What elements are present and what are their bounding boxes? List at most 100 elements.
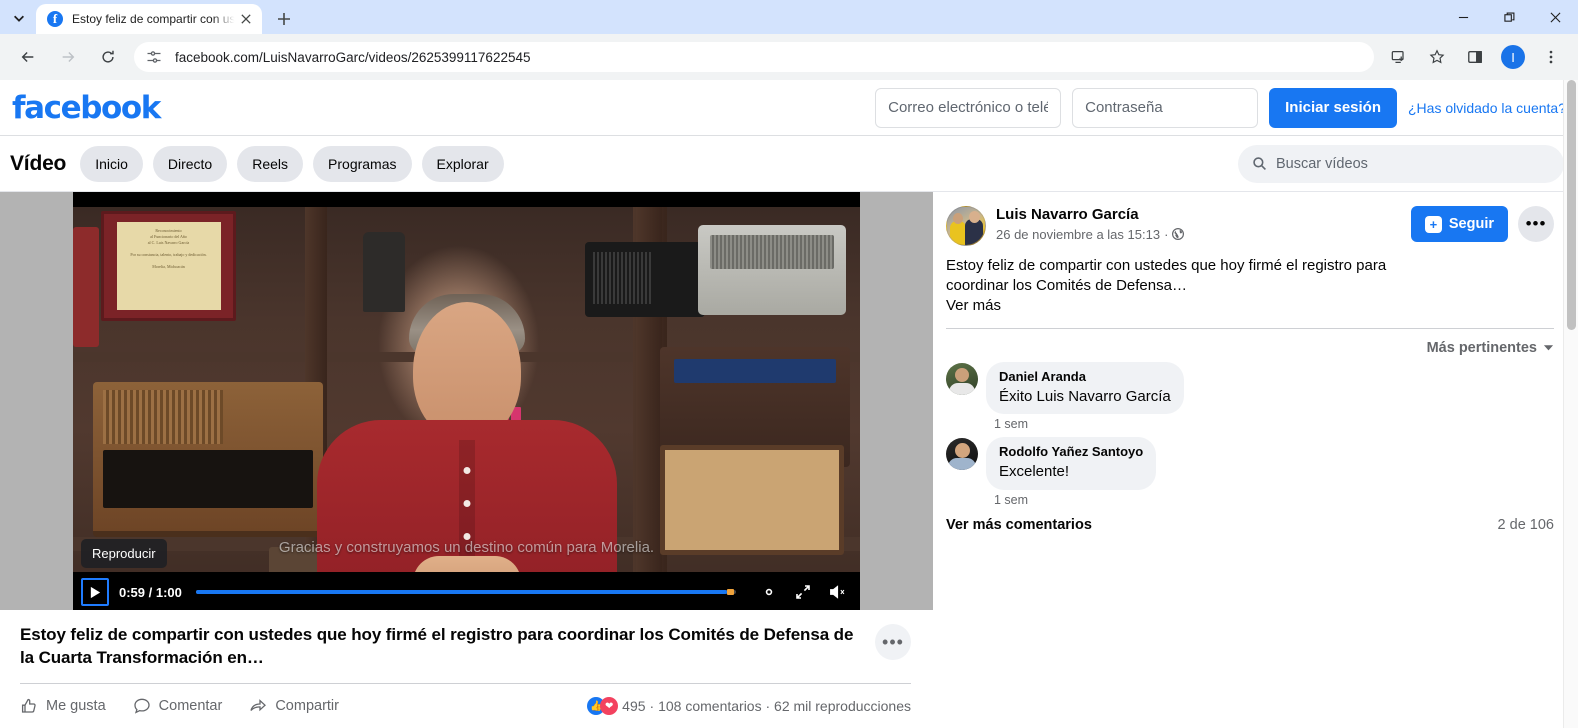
back-arrow-icon[interactable] xyxy=(13,42,43,72)
poster-name[interactable]: Luis Navarro García xyxy=(996,206,1411,225)
player-controls: 0:59 / 1:00 xyxy=(73,572,860,611)
follow-plus-icon: + xyxy=(1424,215,1442,233)
tab-programas[interactable]: Programas xyxy=(313,145,412,182)
comment-count: 2 de 106 xyxy=(1497,517,1554,534)
video-nav-bar: Vídeo Inicio Directo Reels Programas Exp… xyxy=(0,136,1578,192)
timestamp-text: 26 de noviembre a las 15:13 xyxy=(996,226,1161,242)
like-button[interactable]: Me gusta xyxy=(20,697,106,715)
post-actions: Me gusta Comentar Compartir 👍 ❤ 495 · 10… xyxy=(20,684,911,728)
login-button[interactable]: Iniciar sesión xyxy=(1269,87,1397,128)
tab-directo[interactable]: Directo xyxy=(152,145,228,182)
video-player[interactable]: Reconocimiento al Funcionario del Año al C… xyxy=(0,192,933,611)
restore-icon[interactable] xyxy=(1486,0,1532,34)
progress-handle[interactable] xyxy=(726,589,734,595)
search-input[interactable]: Buscar vídeos xyxy=(1238,144,1564,183)
stats-text: · 108 comentarios · 62 mil reproduccione… xyxy=(649,698,911,714)
comment-bubble: Rodolfo Yañez Santoyo Excelente! xyxy=(986,437,1157,491)
content-area: Reconocimiento al Funcionario del Año al C… xyxy=(0,192,1578,728)
comment-label: Comentar xyxy=(158,698,223,714)
fullscreen-icon[interactable] xyxy=(788,577,818,607)
side-panel-icon[interactable] xyxy=(1460,42,1490,72)
star-icon[interactable] xyxy=(1422,42,1452,72)
url-text: facebook.com/LuisNavarroGarc/videos/2625… xyxy=(175,49,531,65)
ellipsis-icon[interactable]: ••• xyxy=(1518,206,1554,242)
video-caption: Gracias y construyamos un destino común … xyxy=(278,539,655,556)
play-tooltip: Reproducir xyxy=(81,539,167,568)
page-title: Vídeo xyxy=(10,151,67,175)
comment-button[interactable]: Comentar xyxy=(133,697,223,715)
window-controls xyxy=(1440,0,1578,34)
reload-icon[interactable] xyxy=(93,42,123,72)
video-subject xyxy=(312,292,622,611)
video-column: Reconocimiento al Funcionario del Año al C… xyxy=(0,192,933,728)
share-label: Compartir xyxy=(275,698,339,714)
volume-muted-icon[interactable] xyxy=(822,577,852,607)
tab-search-icon[interactable] xyxy=(6,5,32,31)
scrollbar-thumb[interactable] xyxy=(1567,80,1576,330)
facebook-logo[interactable]: facebook xyxy=(12,90,161,126)
page-scrollbar[interactable] xyxy=(1563,80,1578,728)
tab-inicio[interactable]: Inicio xyxy=(80,145,143,182)
see-more-comments-link[interactable]: Ver más comentarios xyxy=(946,517,1092,533)
play-icon xyxy=(90,586,100,598)
address-bar[interactable]: facebook.com/LuisNavarroGarc/videos/2625… xyxy=(134,42,1374,72)
comment-author[interactable]: Rodolfo Yañez Santoyo xyxy=(999,444,1143,461)
gear-icon[interactable] xyxy=(754,577,784,607)
progress-scrubber[interactable] xyxy=(195,589,736,595)
three-dot-menu-icon[interactable] xyxy=(1536,42,1566,72)
share-button[interactable]: Compartir xyxy=(249,697,339,715)
ellipsis-icon[interactable]: ••• xyxy=(875,624,911,661)
search-icon xyxy=(1253,157,1266,170)
like-label: Me gusta xyxy=(46,698,106,714)
browser-tab[interactable]: f Estoy feliz de compartir con ust xyxy=(36,4,262,34)
post-description: Estoy feliz de compartir con ustedes que… xyxy=(946,257,1387,295)
follow-label: Seguir xyxy=(1448,216,1494,232)
see-more-link[interactable]: Ver más xyxy=(946,297,1554,314)
follow-button[interactable]: + Seguir xyxy=(1410,206,1508,242)
password-field[interactable] xyxy=(1072,87,1259,128)
forward-arrow-icon[interactable] xyxy=(53,42,83,72)
minimize-icon[interactable] xyxy=(1440,0,1486,34)
progress-filled xyxy=(195,590,727,594)
login-form: Iniciar sesión ¿Has olvidado la cuenta? xyxy=(875,87,1566,128)
comment-bubble-icon xyxy=(134,698,150,714)
facebook-favicon: f xyxy=(47,11,63,27)
time-display: 0:59 / 1:00 xyxy=(119,584,182,600)
new-tab-button[interactable] xyxy=(270,5,298,33)
comment-item: Daniel Aranda Éxito Luis Navarro García xyxy=(946,361,1554,415)
search-placeholder: Buscar vídeos xyxy=(1276,155,1368,172)
reaction-count: 495 xyxy=(622,698,646,714)
globe-icon xyxy=(1172,228,1185,241)
avatar[interactable] xyxy=(946,438,978,471)
browser-window: f Estoy feliz de compartir con ust faceb… xyxy=(0,0,1578,728)
separator-dot: · xyxy=(1164,226,1169,242)
close-icon[interactable] xyxy=(236,9,256,29)
page-settings-icon[interactable] xyxy=(146,49,162,65)
facebook-header: facebook Iniciar sesión ¿Has olvidado la… xyxy=(0,80,1578,136)
comment-timestamp: 1 sem xyxy=(994,493,1029,508)
comment-item: Rodolfo Yañez Santoyo Excelente! xyxy=(946,437,1554,491)
tab-explorar[interactable]: Explorar xyxy=(421,145,504,182)
poster-timestamp: 26 de noviembre a las 15:13 · xyxy=(996,227,1411,242)
vintage-radio-left xyxy=(93,382,323,537)
comment-author[interactable]: Daniel Aranda xyxy=(999,369,1171,386)
avatar[interactable] xyxy=(946,362,978,395)
comment-sort[interactable]: Más pertinentes xyxy=(946,329,1554,362)
love-reaction-icon: ❤ xyxy=(600,697,619,715)
post-stats: 👍 ❤ 495 · 108 comentarios · 62 mil repro… xyxy=(587,697,911,715)
avatar[interactable] xyxy=(946,206,986,246)
profile-avatar[interactable]: I xyxy=(1501,45,1525,69)
tab-title: Estoy feliz de compartir con ust xyxy=(72,12,236,26)
forgot-account-link[interactable]: ¿Has olvidado la cuenta? xyxy=(1408,100,1566,116)
post-title: Estoy feliz de compartir con ustedes que… xyxy=(20,625,854,667)
email-field[interactable] xyxy=(875,87,1062,128)
play-button[interactable] xyxy=(81,578,109,606)
install-app-icon[interactable] xyxy=(1384,42,1414,72)
browser-toolbar: facebook.com/LuisNavarroGarc/videos/2625… xyxy=(0,34,1578,80)
thumbs-up-icon xyxy=(21,698,36,713)
comment-text: Excelente! xyxy=(999,463,1070,481)
close-icon[interactable] xyxy=(1532,0,1578,34)
toolbar-right-group: I xyxy=(1380,42,1570,72)
comment-timestamp: 1 sem xyxy=(994,417,1029,432)
tab-reels[interactable]: Reels xyxy=(237,145,304,182)
